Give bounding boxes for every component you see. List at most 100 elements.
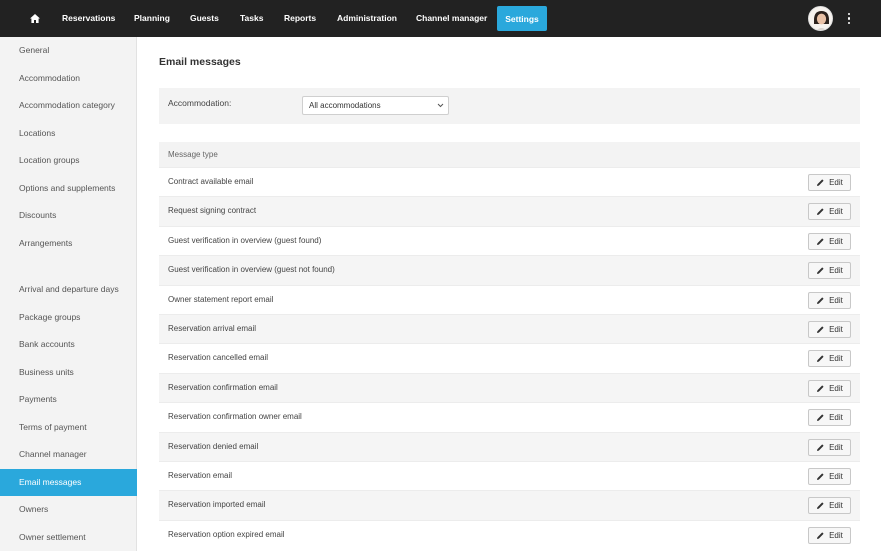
nav-administration[interactable]: Administration <box>337 0 397 37</box>
edit-button-label: Edit <box>829 413 843 423</box>
edit-button-label: Edit <box>829 324 843 334</box>
pencil-icon <box>816 443 825 452</box>
table-row: Reservation denied email Edit <box>159 431 860 461</box>
user-avatar[interactable] <box>808 6 833 31</box>
sidebar-item-accommodation[interactable]: Accommodation <box>0 65 137 92</box>
settings-sidebar: General Accommodation Accommodation cate… <box>0 37 137 551</box>
message-type-name: Reservation cancelled email <box>168 353 269 363</box>
sidebar-item-bank-accounts[interactable]: Bank accounts <box>0 331 137 358</box>
message-type-name: Reservation imported email <box>168 500 266 510</box>
message-type-name: Reservation email <box>168 470 233 480</box>
nav-tasks[interactable]: Tasks <box>240 0 263 37</box>
message-type-name: Reservation denied email <box>168 441 259 451</box>
edit-button-label: Edit <box>829 471 843 481</box>
table-row: Guest verification in overview (guest no… <box>159 255 860 285</box>
pencil-icon <box>816 472 825 481</box>
pencil-icon <box>816 384 825 393</box>
table-row: Contract available email Edit <box>159 167 860 196</box>
message-type-name: Reservation confirmation email <box>168 382 278 392</box>
sidebar-item-payments[interactable]: Payments <box>0 386 137 413</box>
message-type-name: Contract available email <box>168 177 254 186</box>
edit-button-label: Edit <box>829 178 843 187</box>
accommodation-select-value: All accommodations <box>309 101 381 110</box>
sidebar-item-owners[interactable]: Owners <box>0 496 137 523</box>
sidebar-item-locations[interactable]: Locations <box>0 120 137 147</box>
sidebar-item-discounts[interactable]: Discounts <box>0 202 137 229</box>
table-row: Reservation imported email Edit <box>159 490 860 520</box>
edit-button[interactable]: Edit <box>808 203 851 221</box>
sidebar-item-arrival-departure-days[interactable]: Arrival and departure days <box>0 276 137 303</box>
table-row: Reservation cancelled email Edit <box>159 343 860 372</box>
sidebar-item-package-groups[interactable]: Package groups <box>0 304 137 331</box>
nav-planning[interactable]: Planning <box>134 0 170 37</box>
sidebar-item-email-messages[interactable]: Email messages <box>0 468 137 496</box>
message-type-name: Reservation arrival email <box>168 323 257 333</box>
email-messages-table: Message type Contract available email Edi… <box>159 142 860 549</box>
pencil-icon <box>816 501 825 510</box>
edit-button[interactable]: Edit <box>808 320 851 338</box>
home-icon[interactable] <box>27 0 43 37</box>
accommodation-select[interactable]: All accommodations <box>302 96 449 115</box>
edit-button[interactable]: Edit <box>808 526 851 544</box>
pencil-icon <box>816 531 825 540</box>
sidebar-item-location-groups[interactable]: Location groups <box>0 147 137 174</box>
nav-guests[interactable]: Guests <box>190 0 219 37</box>
nav-reservations[interactable]: Reservations <box>62 0 115 37</box>
edit-button[interactable]: Edit <box>808 350 851 368</box>
nav-settings[interactable]: Settings <box>497 6 547 31</box>
column-header-message-type: Message type <box>159 142 860 167</box>
page-title: Email messages <box>159 56 241 68</box>
table-row: Reservation email Edit <box>159 460 860 490</box>
edit-button[interactable]: Edit <box>808 438 851 456</box>
edit-button[interactable]: Edit <box>808 291 851 309</box>
pencil-icon <box>816 354 825 363</box>
sidebar-item-channel-manager[interactable]: Channel manager <box>0 441 137 468</box>
edit-button-label: Edit <box>829 442 843 452</box>
pencil-icon <box>816 296 825 305</box>
edit-button-label: Edit <box>829 266 843 276</box>
table-row: Reservation option expired email Edit <box>159 519 860 549</box>
edit-button[interactable]: Edit <box>808 409 851 427</box>
edit-button[interactable]: Edit <box>808 497 851 515</box>
edit-button[interactable]: Edit <box>808 262 851 280</box>
sidebar-item-general[interactable]: General <box>0 37 137 64</box>
edit-button[interactable]: Edit <box>808 232 851 250</box>
chevron-down-icon <box>437 97 444 121</box>
sidebar-item-arrangements[interactable]: Arrangements <box>0 230 137 257</box>
kebab-menu-icon[interactable] <box>844 10 854 27</box>
message-type-name: Reservation option expired email <box>168 529 285 539</box>
top-navigation-bar: Reservations Planning Guests Tasks Repor… <box>0 0 881 37</box>
edit-button[interactable]: Edit <box>808 174 851 191</box>
nav-reports[interactable]: Reports <box>284 0 316 37</box>
pencil-icon <box>816 178 825 187</box>
edit-button-label: Edit <box>829 207 843 217</box>
edit-button[interactable]: Edit <box>808 467 851 485</box>
accommodation-filter-panel: Accommodation: All accommodations <box>159 88 860 124</box>
nav-channel-manager[interactable]: Channel manager <box>416 0 487 37</box>
pencil-icon <box>816 237 825 246</box>
sidebar-item-owner-settlement[interactable]: Owner settlement <box>0 524 137 551</box>
table-row: Reservation confirmation owner email Edit <box>159 402 860 431</box>
edit-button-label: Edit <box>829 530 843 540</box>
sidebar-item-accommodation-category[interactable]: Accommodation category <box>0 92 137 119</box>
message-type-name: Request signing contract <box>168 206 257 216</box>
message-type-name: Reservation confirmation owner email <box>168 412 302 422</box>
edit-button-label: Edit <box>829 354 843 364</box>
pencil-icon <box>816 207 825 216</box>
edit-button-label: Edit <box>829 295 843 305</box>
sidebar-item-terms-of-payment[interactable]: Terms of payment <box>0 414 137 441</box>
table-row: Reservation confirmation email Edit <box>159 372 860 403</box>
table-row: Guest verification in overview (guest fo… <box>159 225 860 255</box>
message-type-name: Guest verification in overview (guest fo… <box>168 235 322 245</box>
message-type-name: Guest verification in overview (guest no… <box>168 265 335 275</box>
table-row: Reservation arrival email Edit <box>159 313 860 344</box>
accommodation-filter-label: Accommodation: <box>168 98 232 108</box>
edit-button[interactable]: Edit <box>808 379 851 397</box>
message-type-name: Owner statement report email <box>168 294 274 304</box>
sidebar-item-options-and-supplements[interactable]: Options and supplements <box>0 175 137 202</box>
pencil-icon <box>816 325 825 334</box>
sidebar-item-business-units[interactable]: Business units <box>0 359 137 386</box>
pencil-icon <box>816 266 825 275</box>
edit-button-label: Edit <box>829 236 843 246</box>
table-row: Owner statement report email Edit <box>159 284 860 314</box>
